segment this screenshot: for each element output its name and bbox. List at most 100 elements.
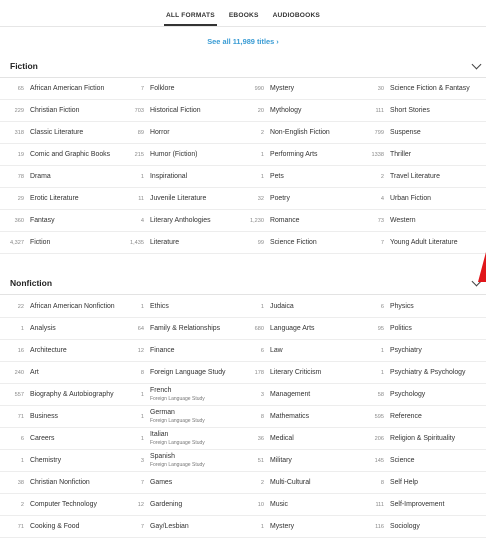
category-name[interactable]: Foreign Language Study <box>150 362 225 384</box>
category-name[interactable]: Chemistry <box>30 450 61 472</box>
category-name[interactable]: Christian Nonfiction <box>30 472 90 494</box>
category-item[interactable]: 1 Performing Arts <box>240 144 360 166</box>
category-item[interactable]: 89 Horror <box>120 122 240 144</box>
category-name[interactable]: Military <box>270 450 292 472</box>
category-name[interactable]: Cooking & Food <box>30 516 79 538</box>
category-item[interactable]: 703 Historical Fiction <box>120 100 240 122</box>
nonfiction-section-header[interactable]: Nonfiction <box>0 272 486 295</box>
category-name[interactable]: Religion & Spirituality <box>390 428 455 450</box>
category-name[interactable]: Science <box>390 450 415 472</box>
category-name[interactable]: Short Stories <box>390 100 430 122</box>
category-item[interactable]: 990 Mystery <box>240 78 360 100</box>
category-name[interactable]: Analysis <box>30 318 56 340</box>
category-item[interactable]: 7 Young Adult Literature <box>360 232 480 254</box>
category-item[interactable]: 1 Analysis <box>0 318 120 340</box>
category-name[interactable]: Poetry <box>270 188 290 210</box>
category-item[interactable]: 7 Gay/Lesbian <box>120 516 240 538</box>
category-name[interactable]: Christian Fiction <box>30 100 79 122</box>
category-name[interactable]: Medical <box>270 428 294 450</box>
category-name[interactable]: Spanish Foreign Language Study <box>150 453 205 469</box>
category-item[interactable]: 4 Urban Fiction <box>360 188 480 210</box>
category-item[interactable]: 680 Language Arts <box>240 318 360 340</box>
category-item[interactable]: 8 Foreign Language Study <box>120 362 240 384</box>
category-item[interactable]: 2 Non-English Fiction <box>240 122 360 144</box>
category-item[interactable]: 8 Self Help <box>360 472 480 494</box>
category-item[interactable]: 58 Psychology <box>360 384 480 406</box>
category-item[interactable]: 7 Folklore <box>120 78 240 100</box>
category-item[interactable]: 1338 Thriller <box>360 144 480 166</box>
category-name[interactable]: Folklore <box>150 78 175 100</box>
tab-ebooks[interactable]: EBOOKS <box>227 12 261 26</box>
category-name[interactable]: Science Fiction & Fantasy <box>390 78 470 100</box>
category-item[interactable]: 178 Literary Criticism <box>240 362 360 384</box>
category-name[interactable]: Family & Relationships <box>150 318 220 340</box>
category-item[interactable]: 7 Games <box>120 472 240 494</box>
category-name[interactable]: Music <box>270 494 288 516</box>
category-name[interactable]: Thriller <box>390 144 411 166</box>
category-name[interactable]: Gay/Lesbian <box>150 516 189 538</box>
category-name[interactable]: Young Adult Literature <box>390 232 458 254</box>
category-item[interactable]: 111 Short Stories <box>360 100 480 122</box>
category-item[interactable]: 2 Travel Literature <box>360 166 480 188</box>
category-item[interactable]: 1 Italian Foreign Language Study <box>120 428 240 450</box>
category-name[interactable]: Romance <box>270 210 300 232</box>
category-item[interactable]: 799 Suspense <box>360 122 480 144</box>
category-name[interactable]: Mystery <box>270 516 294 538</box>
category-item[interactable]: 4 Literary Anthologies <box>120 210 240 232</box>
category-name[interactable]: Juvenile Literature <box>150 188 206 210</box>
category-name[interactable]: Fiction <box>30 232 50 254</box>
tab-all-formats[interactable]: ALL FORMATS <box>163 12 217 26</box>
category-name[interactable]: Language Arts <box>270 318 314 340</box>
category-item[interactable]: 65 African American Fiction <box>0 78 120 100</box>
category-item[interactable]: 1 Ethics <box>120 296 240 318</box>
category-name[interactable]: Classic Literature <box>30 122 83 144</box>
category-name[interactable]: Horror <box>150 122 170 144</box>
category-name[interactable]: Judaica <box>270 296 294 318</box>
category-name[interactable]: African American Nonfiction <box>30 296 115 318</box>
category-item[interactable]: 30 Science Fiction & Fantasy <box>360 78 480 100</box>
category-item[interactable]: 6 Law <box>240 340 360 362</box>
category-name[interactable]: Sociology <box>390 516 420 538</box>
category-item[interactable]: 206 Religion & Spirituality <box>360 428 480 450</box>
category-name[interactable]: Finance <box>150 340 175 362</box>
category-name[interactable]: Games <box>150 472 172 494</box>
category-name[interactable]: Italian Foreign Language Study <box>150 431 205 447</box>
category-name[interactable]: German Foreign Language Study <box>150 409 205 425</box>
category-name[interactable]: Historical Fiction <box>150 100 201 122</box>
category-name[interactable]: Drama <box>30 166 51 188</box>
category-name[interactable]: Politics <box>390 318 412 340</box>
category-item[interactable]: 595 Reference <box>360 406 480 428</box>
category-name[interactable]: African American Fiction <box>30 78 104 100</box>
category-item[interactable]: 8 Mathematics <box>240 406 360 428</box>
category-name[interactable]: Western <box>390 210 416 232</box>
category-name[interactable]: Literature <box>150 232 179 254</box>
category-name[interactable]: Humor (Fiction) <box>150 144 197 166</box>
category-item[interactable]: 1,435 Literature <box>120 232 240 254</box>
category-name[interactable]: Psychiatry & Psychology <box>390 362 465 384</box>
category-item[interactable]: 64 Family & Relationships <box>120 318 240 340</box>
category-item[interactable]: 36 Medical <box>240 428 360 450</box>
category-item[interactable]: 12 Gardening <box>120 494 240 516</box>
category-name[interactable]: Science Fiction <box>270 232 317 254</box>
category-name[interactable]: Mythology <box>270 100 301 122</box>
category-name[interactable]: Comic and Graphic Books <box>30 144 110 166</box>
category-name[interactable]: Urban Fiction <box>390 188 431 210</box>
category-name[interactable]: Inspirational <box>150 166 187 188</box>
category-item[interactable]: 51 Military <box>240 450 360 472</box>
category-item[interactable]: 1 Psychiatry & Psychology <box>360 362 480 384</box>
category-item[interactable]: 29 Erotic Literature <box>0 188 120 210</box>
category-item[interactable]: 1 Judaica <box>240 296 360 318</box>
category-item[interactable]: 1 Mystery <box>240 516 360 538</box>
category-item[interactable]: 215 Humor (Fiction) <box>120 144 240 166</box>
category-name[interactable]: Careers <box>30 428 55 450</box>
category-item[interactable]: 1 Psychiatry <box>360 340 480 362</box>
category-item[interactable]: 116 Sociology <box>360 516 480 538</box>
category-name[interactable]: French Foreign Language Study <box>150 387 205 403</box>
category-name[interactable]: Ethics <box>150 296 169 318</box>
category-name[interactable]: Self-Improvement <box>390 494 444 516</box>
category-name[interactable]: Biography & Autobiography <box>30 384 114 406</box>
category-item[interactable]: 1,230 Romance <box>240 210 360 232</box>
category-name[interactable]: Performing Arts <box>270 144 317 166</box>
category-name[interactable]: Psychology <box>390 384 425 406</box>
category-item[interactable]: 557 Biography & Autobiography <box>0 384 120 406</box>
